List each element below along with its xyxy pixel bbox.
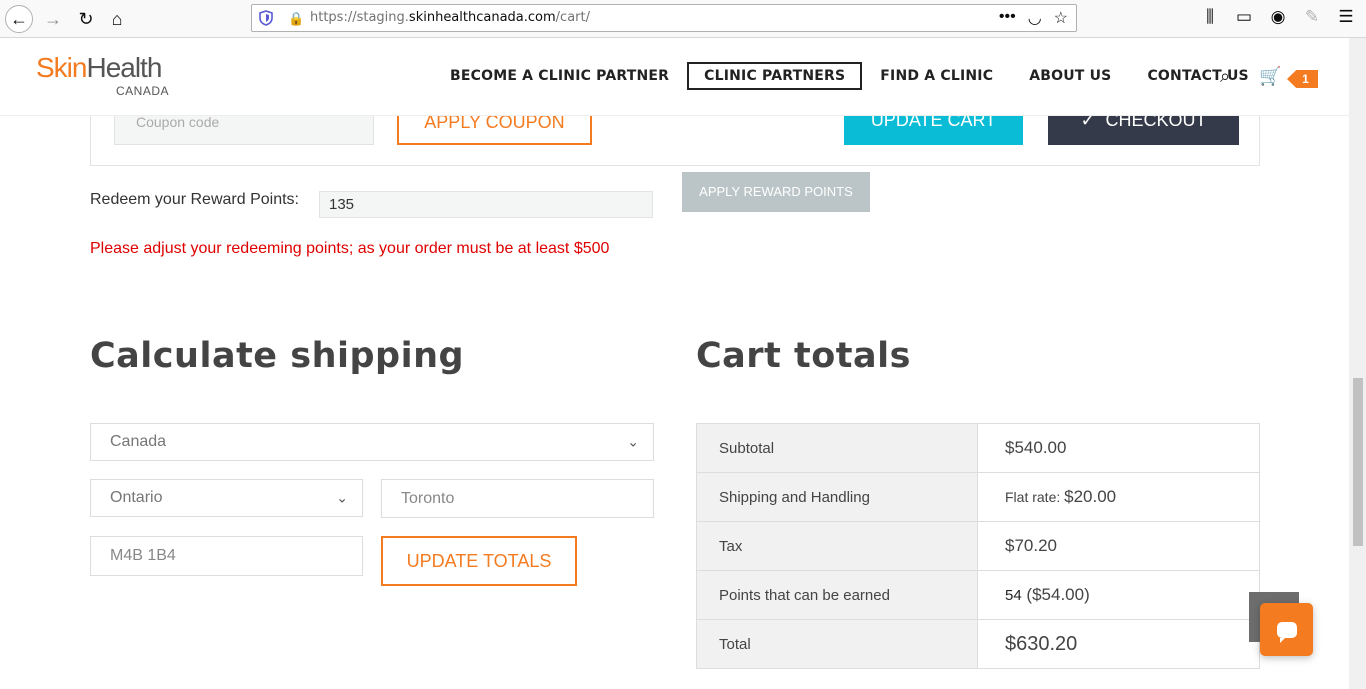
nav-become-partner[interactable]: BECOME A CLINIC PARTNER <box>450 62 669 90</box>
cart-totals-table: Subtotal $540.00 Shipping and Handling F… <box>696 423 1260 669</box>
cart-icon[interactable]: 🛒 <box>1259 66 1281 87</box>
back-arrow-icon[interactable]: ← <box>5 5 33 33</box>
calculate-shipping-heading: Calculate shipping <box>90 336 465 376</box>
points-count: 54 <box>1005 587 1022 604</box>
table-row: Points that can be earned 54 ($54.00) <box>696 570 1260 620</box>
shipping-prefix: Flat rate: <box>1005 489 1065 505</box>
bookmark-star-icon[interactable]: ☆ <box>1054 8 1068 28</box>
country-select[interactable]: Canada ⌄ <box>90 423 654 461</box>
page-actions-icon[interactable]: ••• <box>999 8 1016 28</box>
chat-bubble-icon <box>1276 621 1297 643</box>
chat-button[interactable] <box>1260 603 1313 656</box>
shipping-value: Flat rate: $20.00 <box>977 472 1260 522</box>
points-amount: ($54.00) <box>1026 585 1090 604</box>
logo-health: Health <box>86 52 162 83</box>
subtotal-value: $540.00 <box>977 423 1260 473</box>
nav-find-clinic[interactable]: FIND A CLINIC <box>880 62 993 90</box>
table-row: Subtotal $540.00 <box>696 423 1260 473</box>
home-icon[interactable]: ⌂ <box>103 5 131 33</box>
total-value: $630.20 <box>977 619 1260 669</box>
country-value: Canada <box>110 433 167 450</box>
reward-error-message: Please adjust your redeeming points; as … <box>90 240 610 257</box>
city-input[interactable]: Toronto <box>381 479 654 518</box>
sidebar-icon[interactable]: ▭ <box>1234 7 1254 27</box>
points-label: Points that can be earned <box>696 570 978 620</box>
apply-reward-points-button[interactable]: APPLY REWARD POINTS <box>682 172 870 212</box>
pocket-icon[interactable]: ◡ <box>1028 8 1042 28</box>
tax-value: $70.20 <box>977 521 1260 571</box>
chevron-down-icon: ⌄ <box>336 489 348 506</box>
scrollbar-thumb[interactable] <box>1353 378 1363 546</box>
library-icon[interactable]: ⫼ <box>1200 7 1220 27</box>
shipping-amount: $20.00 <box>1064 487 1117 506</box>
main-nav: BECOME A CLINIC PARTNER CLINIC PARTNERS … <box>450 62 1285 90</box>
site-header: SkinHealth CANADA BECOME A CLINIC PARTNE… <box>0 38 1349 116</box>
cart-count-badge[interactable]: 1 <box>1287 70 1318 88</box>
account-icon[interactable]: ◉ <box>1268 7 1288 27</box>
nav-clinic-partners[interactable]: CLINIC PARTNERS <box>687 62 863 90</box>
tax-label: Tax <box>696 521 978 571</box>
url-prefix: https://staging. <box>310 10 409 25</box>
nav-contact-us[interactable]: CONTACT US <box>1147 62 1248 90</box>
table-row: Tax $70.20 <box>696 521 1260 571</box>
tracking-shield-icon[interactable] <box>259 10 273 26</box>
menu-icon[interactable]: ☰ <box>1336 7 1356 27</box>
postal-code-input[interactable]: M4B 1B4 <box>90 536 363 576</box>
url-path: /cart/ <box>555 10 590 25</box>
total-label: Total <box>696 619 978 669</box>
table-row: Total $630.20 <box>696 619 1260 669</box>
table-row: Shipping and Handling Flat rate: $20.00 <box>696 472 1260 522</box>
logo[interactable]: SkinHealth CANADA <box>36 52 169 98</box>
url-text[interactable]: https://staging.skinhealthcanada.com/car… <box>310 10 590 25</box>
forward-arrow-icon[interactable]: → <box>39 5 67 33</box>
logo-sub: CANADA <box>116 84 170 98</box>
province-value: Ontario <box>110 489 163 506</box>
points-value: 54 ($54.00) <box>977 570 1260 620</box>
update-totals-button[interactable]: UPDATE TOTALS <box>381 536 577 586</box>
chevron-down-icon: ⌄ <box>627 433 639 450</box>
nav-about-us[interactable]: ABOUT US <box>1029 62 1111 90</box>
pencil-icon[interactable]: ✎ <box>1302 7 1322 27</box>
lock-icon[interactable]: 🔒 <box>288 11 304 27</box>
reward-points-input[interactable]: 135 <box>319 191 653 218</box>
province-select[interactable]: Ontario ⌄ <box>90 479 363 517</box>
reward-points-label: Redeem your Reward Points: <box>90 191 299 208</box>
reload-icon[interactable]: ↻ <box>72 5 100 33</box>
browser-toolbar: ← → ↻ ⌂ 🔒 https://staging.skinhealthcana… <box>0 0 1366 38</box>
search-icon[interactable]: ⌕ <box>1220 66 1230 87</box>
logo-skin: Skin <box>36 52 87 83</box>
cart-totals-heading: Cart totals <box>696 336 911 376</box>
url-domain: skinhealthcanada.com <box>408 10 556 25</box>
subtotal-label: Subtotal <box>696 423 978 473</box>
page-scrollbar[interactable] <box>1349 38 1366 689</box>
shipping-label: Shipping and Handling <box>696 472 978 522</box>
address-bar[interactable]: 🔒 https://staging.skinhealthcanada.com/c… <box>251 4 1077 32</box>
